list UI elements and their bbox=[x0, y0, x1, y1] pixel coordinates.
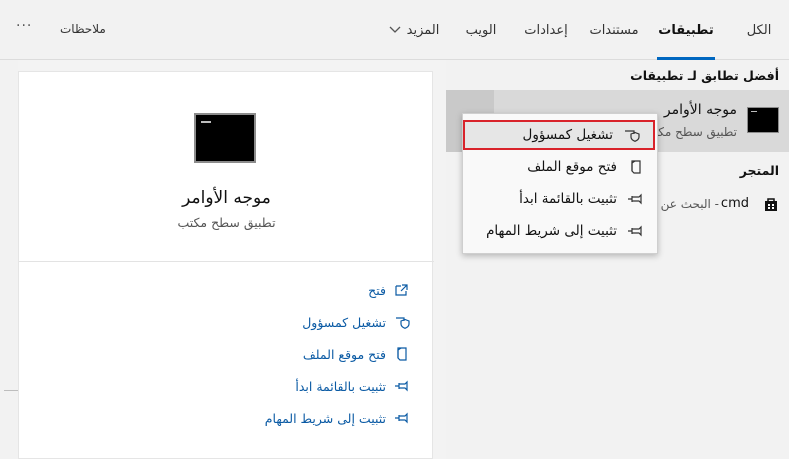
feedback-link[interactable]: ملاحظات bbox=[60, 22, 106, 36]
action-run-as-admin-label: تشغيل كمسؤول bbox=[302, 314, 386, 330]
tab-more[interactable]: المزيد bbox=[379, 0, 449, 60]
edge-divider bbox=[4, 390, 18, 391]
action-pin-to-taskbar-label: تثبيت إلى شريط المهام bbox=[264, 410, 386, 426]
pin-icon bbox=[627, 224, 645, 238]
command-prompt-icon bbox=[747, 107, 779, 133]
store-bag-icon bbox=[763, 196, 779, 212]
file-location-icon bbox=[394, 347, 410, 361]
action-open-file-location-label: فتح موقع الملف bbox=[302, 346, 386, 362]
tab-all-label: الكل bbox=[746, 22, 772, 38]
search-tabs-bar: الكل تطبيقات مستندات إعدادات الويب المزي… bbox=[0, 0, 789, 60]
tab-settings[interactable]: إعدادات bbox=[521, 0, 571, 60]
action-open-file-location[interactable]: فتح موقع الملف bbox=[303, 343, 410, 365]
action-open-label: فتح bbox=[368, 282, 386, 298]
file-location-icon bbox=[627, 160, 645, 174]
action-pin-to-start[interactable]: تثبيت بالقائمة ابدأ bbox=[295, 375, 410, 397]
app-preview-panel: موجه الأوامر تطبيق سطح مكتب فتح تشغيل كم… bbox=[18, 71, 434, 459]
action-run-as-admin[interactable]: تشغيل كمسؤول bbox=[302, 311, 410, 333]
tab-web[interactable]: الويب bbox=[461, 0, 501, 60]
shield-icon bbox=[623, 128, 641, 142]
action-open[interactable]: فتح bbox=[368, 279, 410, 301]
store-search-term: cmd bbox=[720, 196, 749, 211]
best-match-title: موجه الأوامر bbox=[663, 102, 737, 118]
menu-item-pin-to-start[interactable]: تثبيت بالقائمة ابدأ bbox=[461, 183, 657, 215]
store-heading: المتجر bbox=[739, 163, 779, 178]
menu-item-pin-to-taskbar-label: تثبيت إلى شريط المهام bbox=[486, 223, 617, 239]
command-prompt-large-icon bbox=[194, 113, 256, 163]
menu-item-pin-to-start-label: تثبيت بالقائمة ابدأ bbox=[519, 191, 617, 207]
menu-item-run-as-admin[interactable]: تشغيل كمسؤول bbox=[463, 120, 655, 150]
menu-item-run-as-admin-label: تشغيل كمسؤول bbox=[522, 127, 613, 143]
more-options-icon[interactable]: ··· bbox=[16, 18, 32, 34]
tab-documents-label: مستندات bbox=[589, 22, 639, 38]
tab-all[interactable]: الكل bbox=[739, 0, 779, 60]
preview-subtitle: تطبيق سطح مكتب bbox=[177, 215, 276, 230]
tab-settings-label: إعدادات bbox=[524, 22, 568, 38]
tab-apps[interactable]: تطبيقات bbox=[657, 0, 715, 60]
pin-icon bbox=[394, 379, 410, 393]
left-edge bbox=[0, 60, 18, 459]
pin-icon bbox=[394, 411, 410, 425]
open-icon bbox=[394, 283, 410, 297]
preview-divider bbox=[19, 261, 434, 262]
menu-item-open-file-location-label: فتح موقع الملف bbox=[527, 159, 617, 175]
action-pin-to-taskbar[interactable]: تثبيت إلى شريط المهام bbox=[265, 407, 410, 429]
chevron-down-icon bbox=[389, 26, 401, 34]
action-pin-to-start-label: تثبيت بالقائمة ابدأ bbox=[295, 378, 386, 394]
tab-documents[interactable]: مستندات bbox=[585, 0, 643, 60]
store-search-subtitle: - البحث عن bbox=[660, 197, 719, 211]
context-menu: تشغيل كمسؤول فتح موقع الملف تثبيت بالقائ… bbox=[462, 113, 658, 254]
tab-more-label: المزيد bbox=[406, 22, 440, 38]
preview-title: موجه الأوامر bbox=[182, 188, 271, 208]
tab-apps-label: تطبيقات bbox=[658, 22, 714, 38]
shield-icon bbox=[394, 315, 410, 329]
pin-icon bbox=[627, 192, 645, 206]
tab-web-label: الويب bbox=[465, 22, 497, 38]
menu-item-pin-to-taskbar[interactable]: تثبيت إلى شريط المهام bbox=[461, 215, 657, 247]
menu-item-open-file-location[interactable]: فتح موقع الملف bbox=[461, 151, 657, 183]
best-match-heading: أفضل تطابق لـ تطبيقات bbox=[630, 68, 779, 83]
